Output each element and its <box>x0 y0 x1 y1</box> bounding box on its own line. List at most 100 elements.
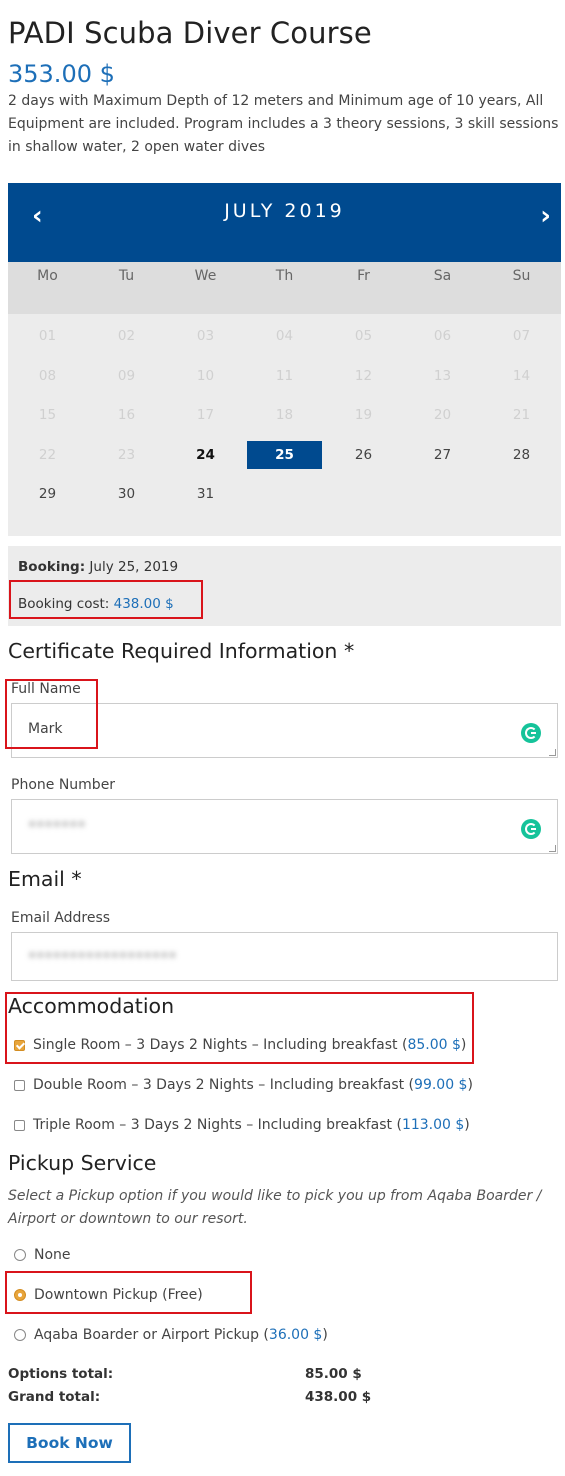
calendar-day-disabled: 17 <box>166 401 245 441</box>
weekday-label: Sa <box>433 268 452 284</box>
accommodation-heading: Accommodation <box>8 994 175 1018</box>
calendar-day-number: 27 <box>433 446 452 463</box>
calendar-day-number: 12 <box>354 367 373 384</box>
calendar-day[interactable]: 30 <box>87 480 166 520</box>
weekday-label: Su <box>512 268 531 284</box>
product-title: PADI Scuba Diver Course <box>8 16 372 50</box>
checkbox[interactable] <box>14 1119 25 1131</box>
pickup-option[interactable]: None <box>14 1247 71 1263</box>
calendar-day-disabled: 14 <box>482 362 561 402</box>
radio-button[interactable] <box>14 1329 26 1341</box>
booking-cost: Booking cost: 438.00 $ <box>18 596 174 612</box>
full-name-field[interactable]: Mark <box>11 703 558 758</box>
calendar-day-disabled: 09 <box>87 362 166 402</box>
calendar-day-disabled: 04 <box>245 322 324 362</box>
radio-button[interactable] <box>14 1249 26 1261</box>
full-name-label: Full Name <box>11 681 81 697</box>
grammarly-icon[interactable] <box>521 819 541 839</box>
calendar-day[interactable]: 26 <box>324 441 403 481</box>
calendar-day[interactable]: 27 <box>403 441 482 481</box>
option-label: Downtown Pickup (Free) <box>34 1287 203 1303</box>
calendar-day-number: 19 <box>354 407 373 423</box>
calendar-day-disabled: 20 <box>403 401 482 441</box>
weekday-label: Th <box>275 268 294 284</box>
calendar-header: ‹ JULY 2019 › <box>8 183 561 262</box>
accommodation-option[interactable]: Triple Room – 3 Days 2 Nights – Includin… <box>14 1117 470 1133</box>
calendar-day-number: 31 <box>196 486 215 502</box>
weekday-label: Mo <box>37 268 58 284</box>
calendar-day[interactable]: 29 <box>8 480 87 520</box>
calendar-day-number: 16 <box>117 407 136 423</box>
calendar-day-number: 30 <box>117 486 136 502</box>
calendar-day-disabled: 06 <box>403 322 482 362</box>
calendar-day-disabled: 11 <box>245 362 324 402</box>
booking-summary: Booking: July 25, 2019 Booking cost: 438… <box>8 546 561 626</box>
email-field[interactable]: •••••••••••••••••• <box>11 932 558 981</box>
next-month-button[interactable]: › <box>540 201 551 231</box>
book-now-button[interactable]: Book Now <box>8 1423 131 1463</box>
calendar-day-disabled: 03 <box>166 322 245 362</box>
option-label: Aqaba Boarder or Airport Pickup <box>34 1327 259 1343</box>
radio-button[interactable] <box>14 1289 26 1301</box>
phone-field[interactable]: ••••••• <box>11 799 558 854</box>
calendar-day-number: 08 <box>38 367 57 384</box>
calendar-day-number: 17 <box>196 407 215 423</box>
calendar-day-disabled: 23 <box>87 441 166 481</box>
product-description: 2 days with Maximum Depth of 12 meters a… <box>8 93 559 155</box>
pickup-heading: Pickup Service <box>8 1151 157 1175</box>
calendar-day-number: 23 <box>117 446 136 463</box>
calendar-day-number: 20 <box>433 407 452 423</box>
calendar-day-number: 14 <box>512 367 531 384</box>
calendar-day-disabled: 13 <box>403 362 482 402</box>
calendar-day-disabled: 05 <box>324 322 403 362</box>
calendar-day-number: 26 <box>354 446 373 463</box>
calendar-day-number: 15 <box>38 407 57 423</box>
booking-calendar: ‹ JULY 2019 › Mo Tu We Th Fr Sa Su 01 02 03 04 05 0… <box>8 183 561 536</box>
calendar-day-disabled: 08 <box>8 362 87 402</box>
accommodation-option[interactable]: Double Room – 3 Days 2 Nights – Includin… <box>14 1077 473 1093</box>
calendar-day-disabled: 10 <box>166 362 245 402</box>
option-label: Single Room – 3 Days 2 Nights – Includin… <box>33 1037 398 1053</box>
grammarly-icon[interactable] <box>521 723 541 743</box>
calendar-day-number: 25 <box>247 440 322 469</box>
calendar-days: 01 02 03 04 05 06 07 08 09 10 11 12 13 14 15 16 17 18 19 20… <box>8 314 561 520</box>
calendar-day-disabled: 01 <box>8 322 87 362</box>
calendar-day[interactable]: 28 <box>482 441 561 481</box>
checkbox[interactable] <box>14 1039 25 1051</box>
certificate-heading: Certificate Required Information * <box>8 639 355 663</box>
pickup-option[interactable]: Downtown Pickup (Free) <box>14 1287 203 1303</box>
calendar-day-number: 01 <box>38 328 57 344</box>
weekday-label: Fr <box>357 268 370 284</box>
weekday-label: Tu <box>118 268 135 284</box>
checkbox[interactable] <box>14 1079 25 1091</box>
calendar-day-selected[interactable]: 25 <box>245 440 324 481</box>
accommodation-option[interactable]: Single Room – 3 Days 2 Nights – Includin… <box>14 1037 466 1053</box>
options-total-label: Options total: <box>8 1366 114 1382</box>
calendar-day-number: 06 <box>433 328 452 344</box>
resize-handle[interactable] <box>549 749 556 756</box>
option-price: 113.00 $ <box>401 1117 465 1133</box>
calendar-day-disabled: 16 <box>87 401 166 441</box>
option-price: 99.00 $ <box>414 1077 468 1093</box>
resize-handle[interactable] <box>549 845 556 852</box>
calendar-day-number: 21 <box>512 407 531 423</box>
email-value-blurred: •••••••••••••••••• <box>28 948 177 964</box>
weekday-label: We <box>194 268 217 284</box>
calendar-day-number: 02 <box>117 328 136 344</box>
calendar-day-number: 18 <box>275 407 294 423</box>
calendar-day-number: 28 <box>512 446 531 463</box>
pickup-option[interactable]: Aqaba Boarder or Airport Pickup (36.00 $… <box>14 1327 328 1343</box>
grand-total-label: Grand total: <box>8 1389 101 1405</box>
product-price: 353.00 $ <box>8 60 115 88</box>
calendar-day-disabled: 22 <box>8 441 87 481</box>
phone-value-blurred: ••••••• <box>28 817 86 833</box>
phone-label: Phone Number <box>11 777 116 793</box>
option-label: Triple Room – 3 Days 2 Nights – Includin… <box>33 1117 393 1133</box>
calendar-day-number: 10 <box>196 367 215 384</box>
calendar-day-today[interactable]: 24 <box>166 441 245 481</box>
calendar-day-disabled: 02 <box>87 322 166 362</box>
calendar-day-number: 22 <box>38 446 57 463</box>
calendar-day-number: 03 <box>196 328 215 344</box>
option-price: 85.00 $ <box>407 1037 461 1053</box>
calendar-day[interactable]: 31 <box>166 480 245 520</box>
